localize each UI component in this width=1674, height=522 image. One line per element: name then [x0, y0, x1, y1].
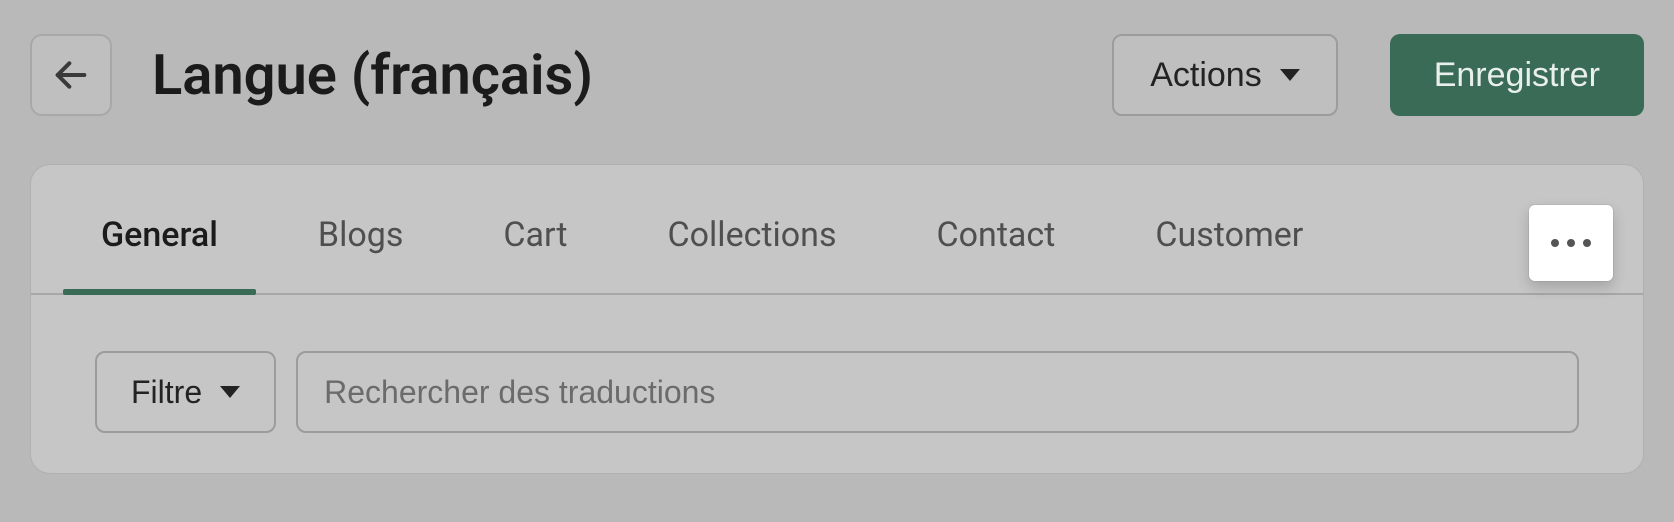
chevron-down-icon: [1280, 69, 1300, 81]
tabs-bar: General Blogs Cart Collections Contact C…: [31, 165, 1643, 295]
filter-label: Filtre: [131, 374, 202, 411]
more-horizontal-icon: [1551, 239, 1591, 247]
chevron-down-icon: [220, 386, 240, 398]
more-tabs-button[interactable]: [1529, 205, 1613, 281]
tab-general[interactable]: General: [51, 215, 268, 293]
tab-cart[interactable]: Cart: [453, 215, 617, 293]
tab-blogs[interactable]: Blogs: [268, 215, 453, 293]
tab-customer[interactable]: Customer: [1105, 215, 1353, 293]
tab-collections[interactable]: Collections: [618, 215, 887, 293]
filter-row: Filtre: [31, 295, 1643, 433]
back-button[interactable]: [30, 34, 112, 116]
arrow-left-icon: [51, 55, 91, 95]
actions-label: Actions: [1150, 56, 1262, 95]
page-header: Langue (français) Actions Enregistrer: [0, 0, 1674, 116]
actions-dropdown[interactable]: Actions: [1112, 34, 1338, 116]
translations-card: General Blogs Cart Collections Contact C…: [30, 164, 1644, 474]
tab-contact[interactable]: Contact: [887, 215, 1106, 293]
save-button[interactable]: Enregistrer: [1390, 34, 1644, 116]
filter-dropdown[interactable]: Filtre: [95, 351, 276, 433]
page-title: Langue (français): [152, 42, 593, 108]
search-input[interactable]: [296, 351, 1579, 433]
